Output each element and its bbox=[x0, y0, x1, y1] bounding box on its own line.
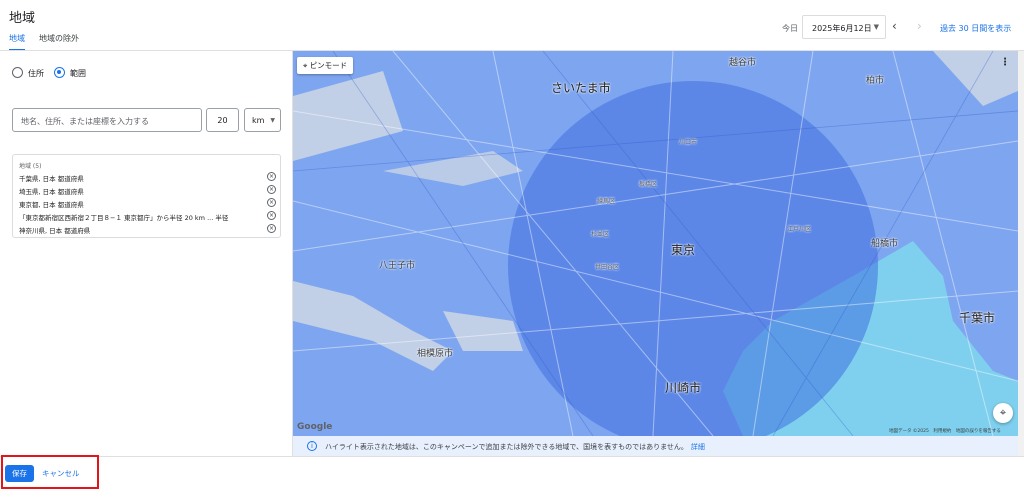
details-link[interactable]: 詳細 bbox=[691, 443, 705, 451]
my-location-icon[interactable]: ⌖ bbox=[993, 403, 1013, 423]
pin-mode-button[interactable]: ⌖ ピンモード bbox=[297, 57, 354, 74]
map-label-tokyo: 東京 bbox=[671, 243, 696, 257]
map-label-koshigaya: 越谷市 bbox=[729, 58, 757, 68]
tab-location-exclusions[interactable]: 地域の除外 bbox=[39, 33, 79, 49]
date-value: 2025年6月12日 bbox=[812, 24, 872, 33]
info-text: ハイライト表示された地域は、このキャンペーンで追加または除外できる地域で、国境を… bbox=[325, 443, 688, 451]
remove-region-icon[interactable]: × bbox=[267, 211, 276, 220]
map-attribution[interactable]: 地図データ ©2025 利用規約 地図の誤りを報告する bbox=[889, 428, 1001, 434]
region-label: 埼玉県, 日本 都道府県 bbox=[19, 188, 84, 196]
map-label-saitama: さいたま市 bbox=[551, 81, 611, 95]
map-label-setagaya: 世田谷区 bbox=[595, 264, 620, 271]
radius-unit-value: km bbox=[252, 116, 265, 125]
remove-region-icon[interactable]: × bbox=[267, 224, 276, 233]
map-label-hachioji: 八王子市 bbox=[379, 261, 416, 271]
caret-down-icon: ▼ bbox=[873, 23, 879, 31]
list-item: 神奈川県, 日本 都道府県 × bbox=[19, 224, 276, 236]
radius-value-input[interactable]: 20 bbox=[206, 108, 239, 132]
map-label-edogawa: 江戸川区 bbox=[787, 226, 812, 233]
remove-region-icon[interactable]: × bbox=[267, 185, 276, 194]
chevron-right-icon[interactable]: › bbox=[917, 19, 922, 33]
radio-address-label: 住所 bbox=[28, 69, 44, 78]
show-last-30-days-link[interactable]: 過去 30 日間を表示 bbox=[940, 23, 1011, 34]
remove-region-icon[interactable]: × bbox=[267, 172, 276, 181]
cancel-button[interactable]: キャンセル bbox=[42, 465, 80, 482]
tab-locations[interactable]: 地域 bbox=[9, 33, 25, 51]
left-panel: 住所 範囲 地名、住所、または座標を入力する 20 km ▼ 地域 (5) 千葉… bbox=[0, 51, 292, 456]
map-label-kashiwa: 柏市 bbox=[866, 76, 885, 86]
map-label-kawasaki: 川崎市 bbox=[665, 381, 702, 395]
google-logo: Google bbox=[297, 422, 333, 432]
map-label-sagamihara: 相模原市 bbox=[417, 349, 454, 359]
page: 地域 地域 地域の除外 今日 2025年6月12日 ▼ ‹ › 過去 30 日間… bbox=[0, 0, 1024, 497]
selected-regions-list: 地域 (5) 千葉県, 日本 都道府県 × 埼玉県, 日本 都道府県 × 東京都… bbox=[12, 154, 281, 238]
region-label: 東京都, 日本 都道府県 bbox=[19, 201, 84, 209]
radio-radius[interactable] bbox=[54, 67, 65, 78]
map-label-chiba: 千葉市 bbox=[959, 311, 996, 325]
map-label-funabashi: 船橋市 bbox=[871, 239, 899, 249]
more-vert-icon[interactable]: ⋮ bbox=[1000, 57, 1010, 68]
map-view[interactable]: さいたま市 東京 千葉市 川崎市 相模原市 八王子市 船橋市 柏市 越谷市 江戸… bbox=[293, 51, 1018, 436]
map-canvas bbox=[293, 51, 1018, 436]
info-text-wrap: ハイライト表示された地域は、このキャンペーンで追加または除外できる地域で、国境を… bbox=[325, 442, 705, 452]
radio-radius-label: 範囲 bbox=[70, 69, 86, 78]
date-label: 今日 bbox=[782, 24, 798, 33]
footer-divider bbox=[0, 456, 1024, 457]
caret-down-icon: ▼ bbox=[270, 117, 275, 124]
date-selector[interactable]: 2025年6月12日 ▼ bbox=[802, 15, 886, 39]
map-label-itabashi: 板橋区 bbox=[639, 181, 658, 188]
radio-address[interactable] bbox=[12, 67, 23, 78]
list-item: 千葉県, 日本 都道府県 × bbox=[19, 172, 276, 184]
pin-icon: ⌖ bbox=[303, 61, 308, 70]
list-item: 埼玉県, 日本 都道府県 × bbox=[19, 185, 276, 197]
map-label-suginami: 杉並区 bbox=[591, 231, 610, 238]
region-label: 「東京都新宿区西新宿２丁目８−１ 東京都庁」から半径 20 km ... 半径 bbox=[19, 214, 229, 222]
location-search-input[interactable]: 地名、住所、または座標を入力する bbox=[12, 108, 202, 132]
region-label: 神奈川県, 日本 都道府県 bbox=[19, 227, 91, 235]
info-icon: i bbox=[307, 441, 317, 451]
info-banner: i ハイライト表示された地域は、このキャンペーンで追加または除外できる地域で、国… bbox=[293, 436, 1018, 456]
scrollbar[interactable] bbox=[1018, 51, 1024, 456]
list-item: 東京都, 日本 都道府県 × bbox=[19, 198, 276, 210]
regions-header: 地域 (5) bbox=[19, 163, 42, 170]
map-label-nerima: 練馬区 bbox=[597, 198, 616, 205]
page-title: 地域 bbox=[9, 11, 36, 26]
radius-unit-select[interactable]: km ▼ bbox=[244, 108, 281, 132]
list-item: 「東京都新宿区西新宿２丁目８−１ 東京都庁」から半径 20 km ... 半径 … bbox=[19, 211, 276, 223]
remove-region-icon[interactable]: × bbox=[267, 198, 276, 207]
save-button[interactable]: 保存 bbox=[5, 465, 34, 482]
chevron-left-icon[interactable]: ‹ bbox=[892, 19, 897, 33]
region-label: 千葉県, 日本 都道府県 bbox=[19, 175, 84, 183]
map-label-kawaguchi: 川口市 bbox=[679, 139, 698, 146]
pin-mode-label: ピンモード bbox=[309, 61, 348, 70]
